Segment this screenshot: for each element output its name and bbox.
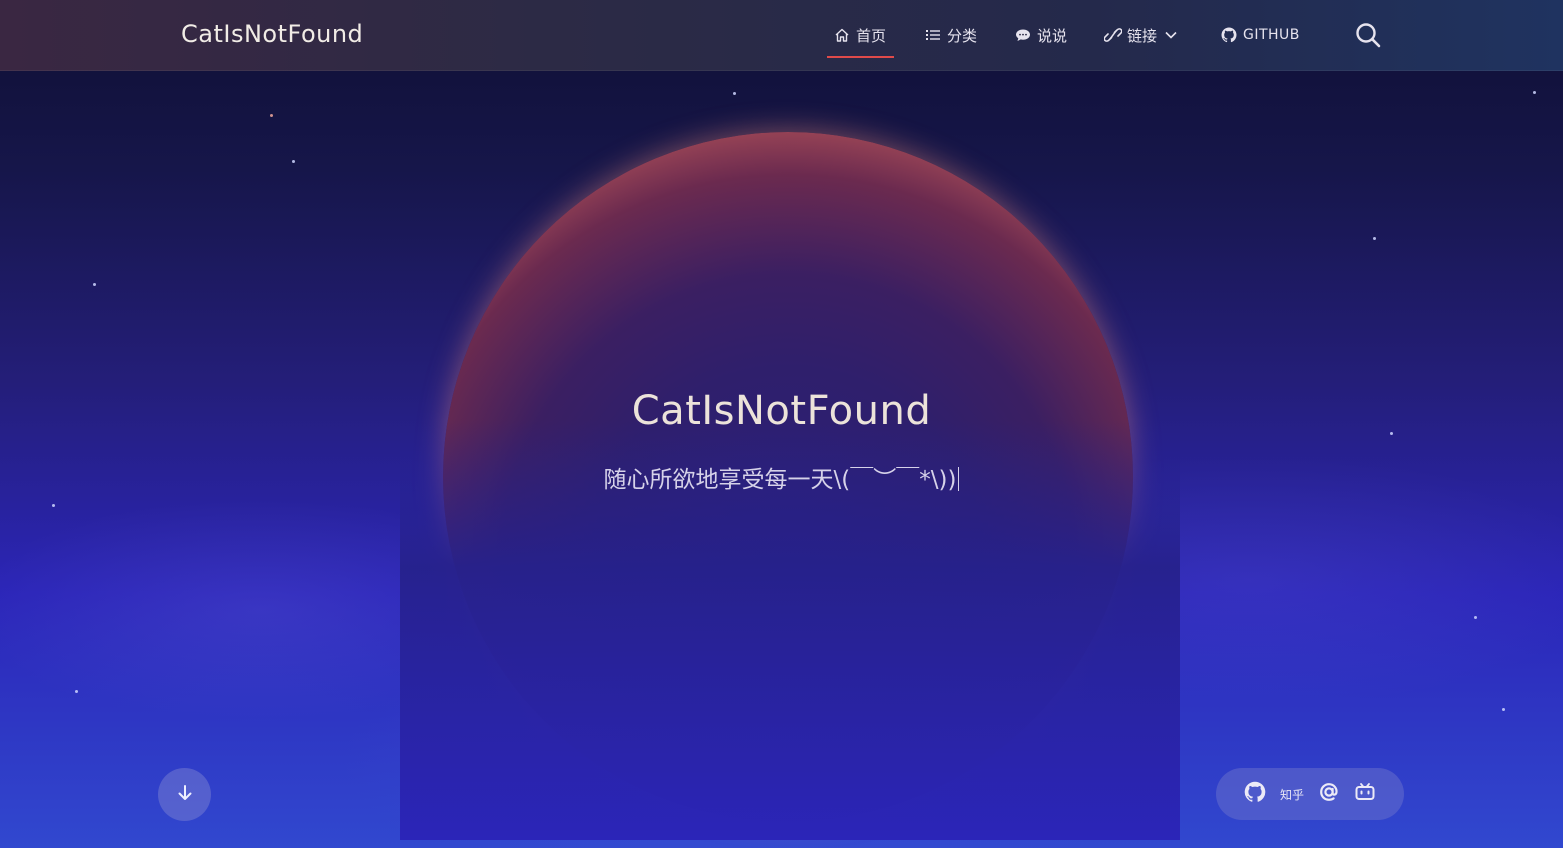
scroll-down-button[interactable]: [158, 768, 211, 821]
star: [1373, 237, 1376, 240]
nav-item-links[interactable]: 链接: [1104, 24, 1180, 46]
search-button[interactable]: [1354, 21, 1382, 49]
nav-item-label: 说说: [1037, 26, 1068, 45]
link-icon: [1104, 26, 1122, 44]
chevron-down-icon: [1162, 26, 1180, 44]
star: [292, 160, 295, 163]
nav-item-label: 链接: [1127, 26, 1158, 45]
list-icon: [924, 26, 942, 44]
search-icon: [1354, 23, 1382, 53]
at-email-icon: [1318, 781, 1340, 807]
github-icon: [1221, 26, 1237, 44]
social-email-link[interactable]: [1318, 781, 1340, 807]
page: CatIsNotFound 首页 分类 说说 链接 GITHUB CatIsNo…: [0, 0, 1563, 848]
star: [93, 283, 96, 286]
star: [1533, 91, 1536, 94]
active-nav-indicator: [827, 56, 894, 58]
social-links-bar: 知乎: [1216, 768, 1404, 820]
social-github-link[interactable]: [1244, 781, 1266, 807]
nav-item-label: GITHUB: [1243, 27, 1300, 43]
nav-item-github[interactable]: GITHUB: [1221, 24, 1300, 46]
social-zhihu-link[interactable]: 知乎: [1280, 786, 1304, 803]
top-navbar: CatIsNotFound 首页 分类 说说 链接 GITHUB: [0, 0, 1563, 71]
hero-title: CatIsNotFound: [631, 388, 932, 434]
hero-subtitle-text: 随心所欲地享受每一天\(￣︶￣*\)): [603, 467, 957, 493]
arrow-down-icon: [175, 783, 195, 807]
site-brand[interactable]: CatIsNotFound: [181, 20, 363, 48]
social-bilibili-link[interactable]: [1354, 781, 1376, 807]
nav-item-label: 首页: [856, 26, 887, 45]
typing-caret: [958, 467, 960, 491]
nav-item-label: 分类: [947, 26, 978, 45]
chat-icon: [1014, 26, 1032, 44]
bilibili-icon: [1354, 781, 1376, 807]
nav-item-talk[interactable]: 说说: [1014, 24, 1067, 46]
home-icon: [833, 26, 851, 44]
nav-item-home[interactable]: 首页: [833, 24, 886, 46]
star: [270, 114, 273, 117]
nav-item-categories[interactable]: 分类: [924, 24, 977, 46]
github-icon: [1244, 781, 1266, 807]
star: [733, 92, 736, 95]
hero-subtitle: 随心所欲地享受每一天\(￣︶￣*\)): [0, 460, 1563, 494]
